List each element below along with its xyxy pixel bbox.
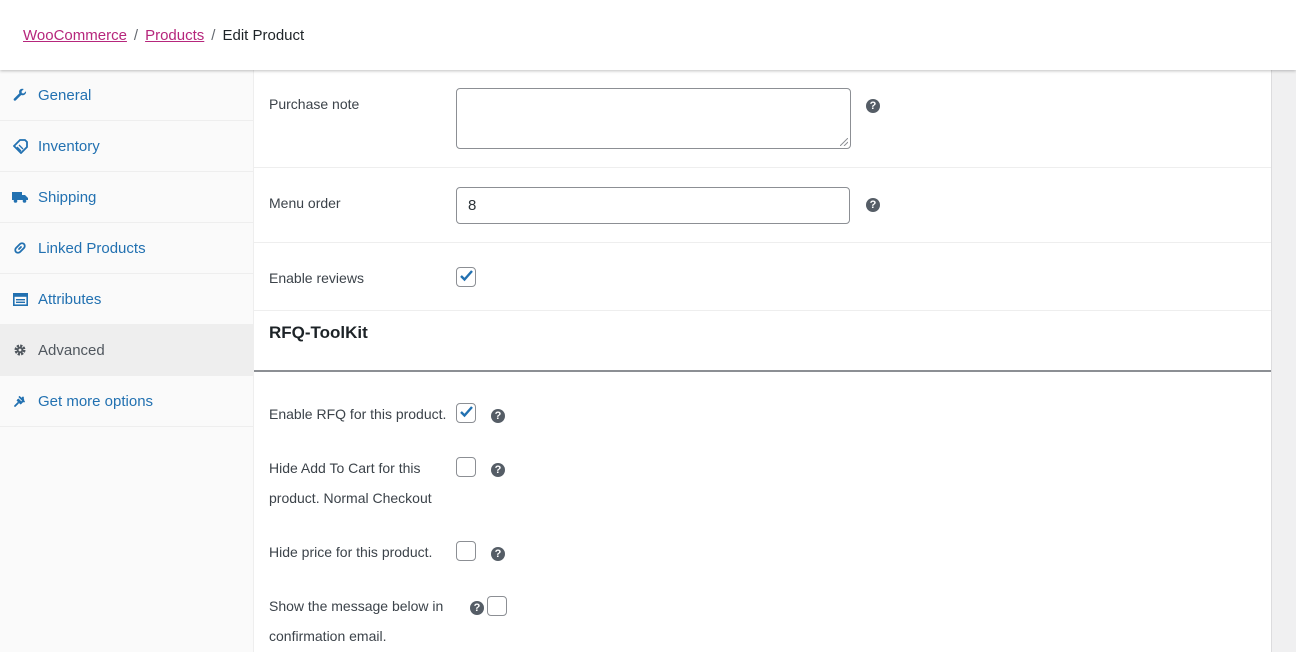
show-message-checkbox[interactable] xyxy=(487,596,507,616)
enable-reviews-label: Enable reviews xyxy=(269,270,364,286)
show-message-label-line2: confirmation email. xyxy=(269,628,387,644)
truck-icon xyxy=(12,189,28,205)
breadcrumb-separator: / xyxy=(211,27,216,44)
link-icon xyxy=(12,240,28,256)
help-icon[interactable]: ? xyxy=(491,409,505,423)
show-message-label-line1: Show the message below in xyxy=(269,598,444,614)
tag-icon xyxy=(12,138,28,154)
right-gutter xyxy=(1271,70,1296,652)
tab-attributes[interactable]: Attributes xyxy=(0,274,253,325)
tab-general[interactable]: General xyxy=(0,70,253,121)
menu-order-label: Menu order xyxy=(269,195,341,211)
tab-label: Advanced xyxy=(38,341,105,359)
tab-label: Get more options xyxy=(38,392,154,410)
checkmark-icon xyxy=(460,270,473,282)
wrench-icon xyxy=(12,87,28,103)
menu-order-input[interactable]: 8 xyxy=(456,187,850,224)
gear-icon xyxy=(12,342,28,358)
enable-rfq-checkbox[interactable] xyxy=(456,403,476,423)
advanced-panel: Purchase note ? Menu order 8 ? Enable re… xyxy=(254,70,1271,652)
divider xyxy=(254,242,1271,243)
top-bar: WooCommerce / Products / Edit Product xyxy=(0,0,1296,70)
tab-label: General xyxy=(38,86,92,104)
hide-price-checkbox[interactable] xyxy=(456,541,476,561)
tab-label: Attributes xyxy=(38,290,102,308)
tab-linked-products[interactable]: Linked Products xyxy=(0,223,253,274)
hide-add-to-cart-checkbox[interactable] xyxy=(456,457,476,477)
tab-label: Linked Products xyxy=(38,239,146,257)
help-icon[interactable]: ? xyxy=(866,198,880,212)
breadcrumb: WooCommerce / Products / Edit Product xyxy=(23,27,304,44)
breadcrumb-woocommerce-link[interactable]: WooCommerce xyxy=(23,27,127,44)
purchase-note-label: Purchase note xyxy=(269,96,360,112)
resize-handle-icon[interactable] xyxy=(840,138,848,146)
help-icon[interactable]: ? xyxy=(491,547,505,561)
hide-add-to-cart-label: Hide Add To Cart for this product. Norma… xyxy=(269,453,432,513)
tab-inventory[interactable]: Inventory xyxy=(0,121,253,172)
tab-advanced[interactable]: Advanced xyxy=(0,325,253,376)
divider xyxy=(254,310,1271,311)
help-icon[interactable]: ? xyxy=(491,463,505,477)
breadcrumb-current: Edit Product xyxy=(222,27,305,44)
purchase-note-textarea[interactable] xyxy=(456,88,851,149)
tab-label: Shipping xyxy=(38,188,97,206)
section-divider xyxy=(254,370,1271,372)
hide-add-to-cart-label-line1: Hide Add To Cart for this xyxy=(269,460,421,476)
tab-label: Inventory xyxy=(38,137,100,155)
divider xyxy=(254,167,1271,168)
breadcrumb-products-link[interactable]: Products xyxy=(145,27,204,44)
product-data-tabs: General Inventory Shipping Linked Produc… xyxy=(0,70,254,652)
breadcrumb-separator: / xyxy=(133,27,139,44)
plugin-icon xyxy=(12,393,28,409)
rfq-section-title: RFQ-ToolKit xyxy=(269,323,368,342)
list-icon xyxy=(12,291,28,307)
enable-reviews-checkbox[interactable] xyxy=(456,267,476,287)
help-icon[interactable]: ? xyxy=(866,99,880,113)
tab-get-more-options[interactable]: Get more options xyxy=(0,376,253,427)
hide-price-label: Hide price for this product. xyxy=(269,544,433,560)
hide-add-to-cart-label-line2: product. Normal Checkout xyxy=(269,490,432,506)
show-message-label: Show the message below in confirmation e… xyxy=(269,591,443,651)
help-icon[interactable]: ? xyxy=(470,601,484,615)
enable-rfq-label: Enable RFQ for this product. xyxy=(269,406,447,422)
checkmark-icon xyxy=(460,406,473,418)
tab-shipping[interactable]: Shipping xyxy=(0,172,253,223)
